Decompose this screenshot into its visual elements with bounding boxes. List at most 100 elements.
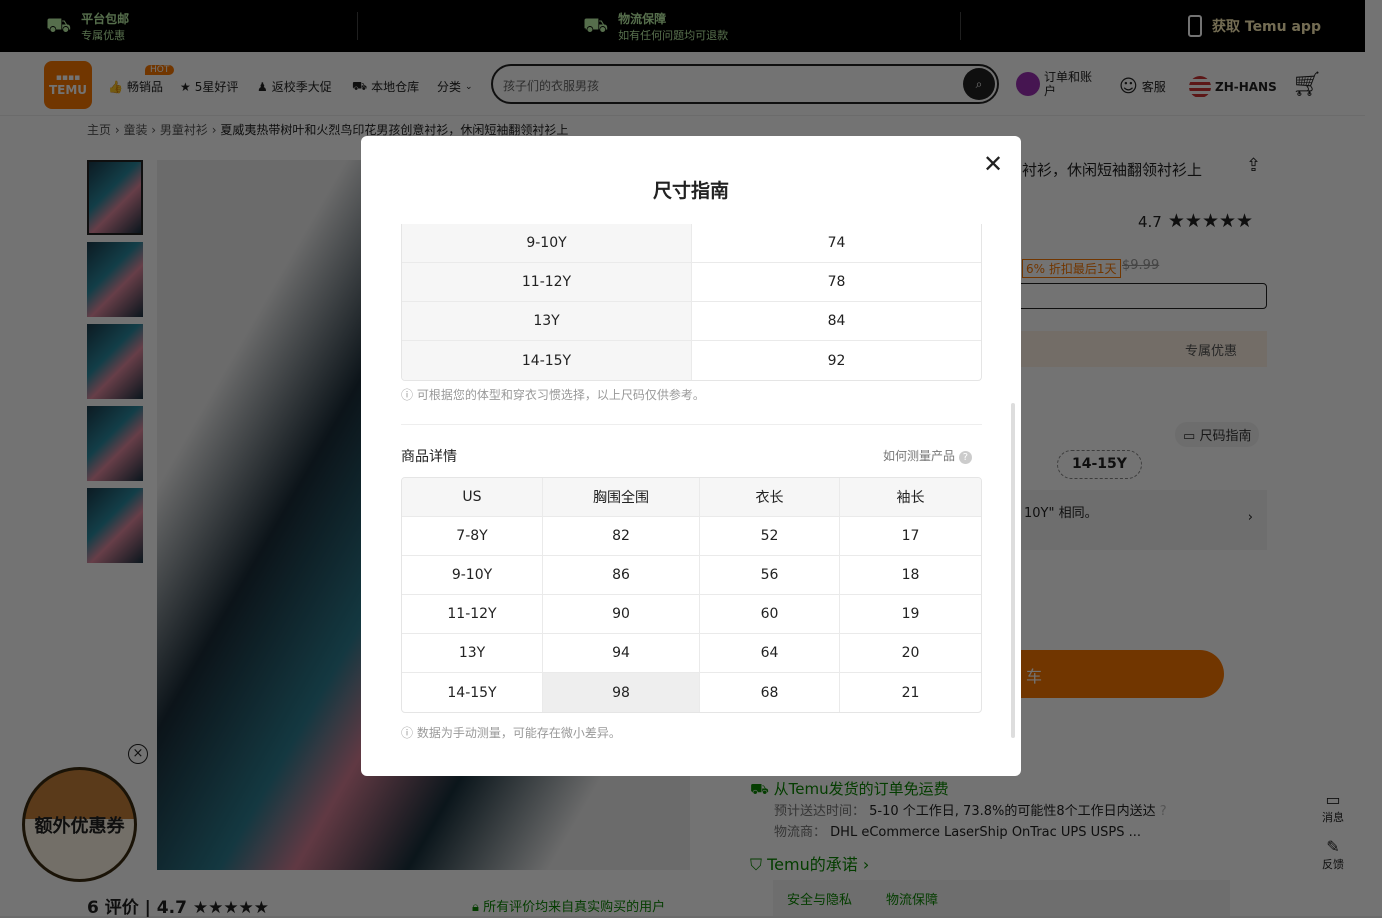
breadcrumb-shirts[interactable]: 男童衬衫 xyxy=(160,123,208,137)
star-badge-icon: ★ xyxy=(180,79,191,94)
modal-scrollbar[interactable] xyxy=(1011,403,1015,738)
feedback-button[interactable]: ✎ 反馈 xyxy=(1300,825,1366,872)
table-row: 13Y 84 xyxy=(402,302,981,341)
share-icon[interactable]: ⇪ xyxy=(1246,155,1261,176)
banner-title: 平台包邮 xyxy=(81,12,130,26)
size-guide-button[interactable]: ▭ 尺码指南 xyxy=(1175,422,1260,447)
size-guide-modal: 尺寸指南 ✕ 9-10Y 74 11-12Y 78 13Y 84 14-15Y 92 ⓘ 可根… xyxy=(361,136,1021,776)
thumbnail[interactable] xyxy=(87,406,143,481)
cart-button-label: 车 xyxy=(1026,667,1043,686)
logistics-banner[interactable]: ⛟ 物流保障如有任何问题均可退款 xyxy=(583,10,728,43)
table-cell: 18 xyxy=(901,567,920,583)
nav-back-to-school[interactable]: ♟ 返校季大促 xyxy=(257,78,332,95)
table-cell: 13Y xyxy=(402,634,543,672)
table-cell: 78 xyxy=(827,274,846,290)
nav-categories[interactable]: 分类 ⌄ xyxy=(437,78,473,95)
breadcrumb-home[interactable]: 主页 xyxy=(87,123,111,137)
table-cell: 19 xyxy=(901,606,920,622)
table-cell: 56 xyxy=(700,556,840,594)
messages-label: 消息 xyxy=(1322,811,1344,824)
table-cell: 86 xyxy=(543,556,700,594)
exclusive-offer[interactable]: 专属优惠 xyxy=(1000,331,1267,367)
nav-label: 5星好评 xyxy=(194,80,239,94)
table-row: 14-15Y 98 68 21 xyxy=(402,673,981,712)
table-header-row: US 胸围全围 衣长 袖长 xyxy=(402,478,981,517)
table-cell: 92 xyxy=(827,352,846,369)
free-shipping-link[interactable]: ⛟ 从Temu发货的订单免运费 xyxy=(750,778,949,800)
table-row: 11-12Y 90 60 19 xyxy=(402,595,981,634)
help-icon: ? xyxy=(958,451,972,464)
table-cell: 9-10Y xyxy=(402,556,543,594)
banner-sub: 如有任何问题均可退款 xyxy=(618,29,729,42)
modal-title: 尺寸指南 xyxy=(652,180,729,202)
table-cell: 7-8Y xyxy=(402,517,543,555)
table-cell: 98 xyxy=(543,673,700,712)
verified-label: 所有评价均来自真实购买的用户 xyxy=(483,900,666,915)
language-selector[interactable]: ZH-HANS xyxy=(1189,76,1277,98)
table-row: 7-8Y 82 52 17 xyxy=(402,517,981,556)
thumbnail[interactable] xyxy=(87,324,143,399)
product-rating[interactable]: 4.7 ★★★★★ xyxy=(1138,210,1253,232)
table-cell: 74 xyxy=(827,235,846,251)
discount-badge: 6% 折扣最后1天 xyxy=(1022,259,1121,278)
table-cell: 94 xyxy=(543,634,700,672)
thumbnail[interactable] xyxy=(87,242,143,317)
hot-badge: HOT xyxy=(145,65,175,75)
size-option-14-15y[interactable]: 14-15Y xyxy=(1057,450,1142,479)
search-button[interactable]: ⌕ xyxy=(963,68,995,100)
rating-value: 4.7 xyxy=(1138,213,1162,231)
truck-icon: ⛟ xyxy=(46,13,72,37)
close-coupon-icon[interactable]: × xyxy=(128,744,148,764)
add-to-cart-button[interactable]: 车 xyxy=(990,650,1224,698)
breadcrumb-kids[interactable]: 童装 xyxy=(123,123,147,137)
carrier-label: 物流商： xyxy=(774,825,827,840)
temu-logo[interactable]: ▪▪▪▪ TEMU xyxy=(44,61,92,109)
table-cell: 21 xyxy=(901,684,920,701)
truck-check-icon: ⛟ xyxy=(583,13,609,37)
language-label: ZH-HANS xyxy=(1215,80,1277,94)
cart-button[interactable]: 🛒︎ xyxy=(1292,70,1322,98)
us-flag-icon xyxy=(1189,76,1211,98)
search-input[interactable]: 孩子们的衣服男孩 ⌕ xyxy=(491,64,999,104)
size-note[interactable]: 10Y" 相同。 › xyxy=(1000,490,1267,550)
close-icon[interactable]: ✕ xyxy=(983,150,1003,178)
thumbnail[interactable] xyxy=(87,160,143,235)
nav-bestsellers[interactable]: 👍 畅销品 xyxy=(108,78,163,95)
feedback-label: 反馈 xyxy=(1322,858,1344,871)
how-to-measure-link[interactable]: 如何测量产品 ? xyxy=(883,447,972,464)
side-toolbar: ▭ 消息 ✎ 反馈 xyxy=(1300,776,1366,892)
customer-service[interactable]: ☺ 客服 xyxy=(1119,76,1166,97)
avatar xyxy=(1016,72,1040,96)
promise-tab[interactable]: 安全与隐私 xyxy=(787,893,852,908)
coupon-wheel[interactable]: 额外优惠券 xyxy=(22,767,137,882)
banner-title: 物流保障 xyxy=(618,12,667,26)
delivery-value: 5-10 个工作日, 73.8%的可能性8个工作日内送达 xyxy=(869,804,1156,819)
help-icon[interactable]: ? xyxy=(1160,804,1167,819)
table-row: 9-10Y 86 56 18 xyxy=(402,556,981,595)
divider xyxy=(960,12,961,40)
thumbnail[interactable] xyxy=(87,488,143,563)
nav-label: 畅销品 xyxy=(126,80,163,94)
promise-label: Temu的承诺 xyxy=(767,855,858,874)
verified-reviews: 🔒︎ 所有评价均来自真实购买的用户 xyxy=(472,896,665,915)
reviews-summary: 6 评价 | 4.7 ★★★★★ xyxy=(87,898,270,918)
size-note: ⓘ 可根据您的体型和穿衣习惯选择，以上尺码仅供参考。 xyxy=(401,388,705,402)
promise-tab[interactable]: 物流保障 xyxy=(886,893,938,908)
nav-five-star[interactable]: ★ 5星好评 xyxy=(180,78,238,95)
cart-icon: 🛒︎ xyxy=(1292,70,1323,98)
carrier-info: 物流商： DHL eCommerce LaserShip OnTrac UPS … xyxy=(774,821,1141,840)
review-count: 6 评价 xyxy=(87,898,139,918)
account-menu[interactable]: 订单和账户 xyxy=(1016,70,1096,98)
service-label: 客服 xyxy=(1141,80,1166,94)
message-icon: ▭ xyxy=(1325,790,1341,809)
get-app-link[interactable]: 获取 Temu app xyxy=(1188,15,1321,37)
review-rating: 4.7 xyxy=(156,898,187,918)
nav-local-warehouse[interactable]: ⛟ 本地仓库 xyxy=(352,78,419,95)
messages-button[interactable]: ▭ 消息 xyxy=(1300,776,1366,825)
table-cell: 9-10Y xyxy=(402,224,692,262)
table-cell: 64 xyxy=(700,634,840,672)
size-note-text: 10Y" 相同。 xyxy=(1024,506,1098,521)
delivery-label: 预计送达时间： xyxy=(774,804,866,819)
temu-promise-link[interactable]: ⛉ Temu的承诺 › xyxy=(750,851,869,875)
free-shipping-banner[interactable]: ⛟ 平台包邮 专属优惠 xyxy=(46,10,129,43)
